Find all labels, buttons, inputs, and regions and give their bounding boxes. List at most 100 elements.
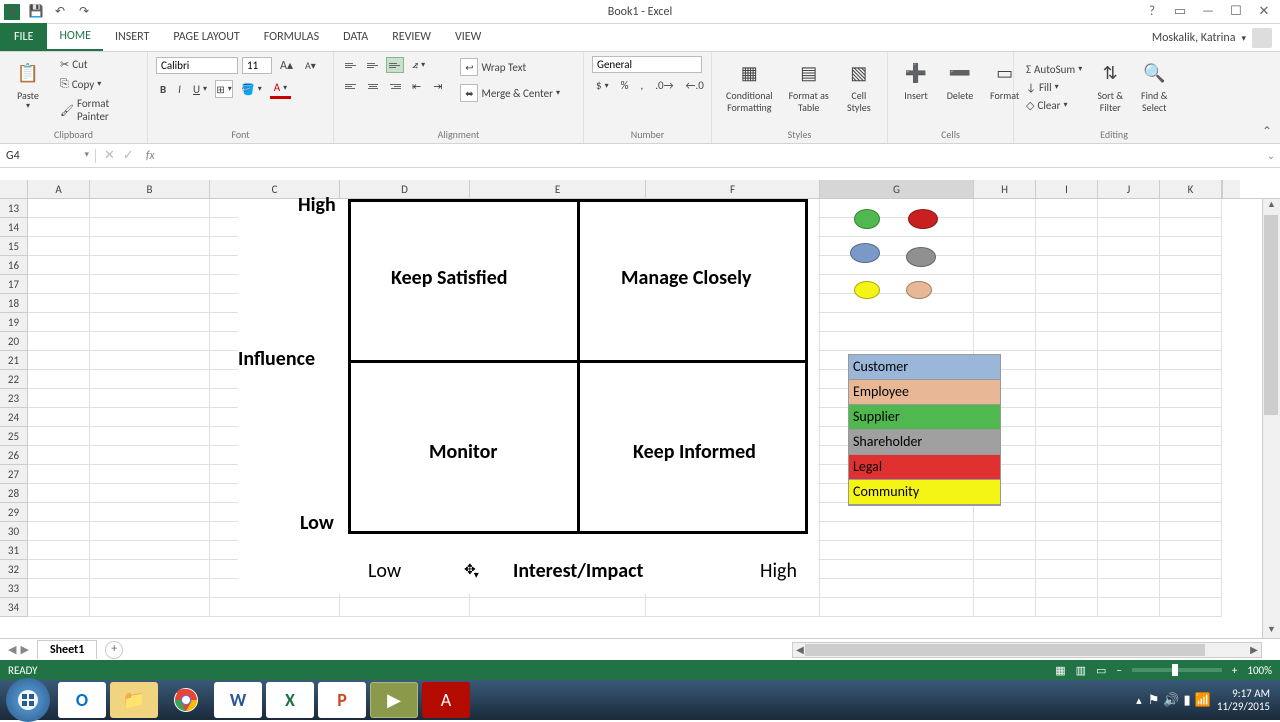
italic-button[interactable]: I — [174, 81, 185, 98]
row-header-18[interactable]: 18 — [0, 294, 28, 313]
stakeholder-shape-1[interactable] — [908, 209, 938, 229]
save-icon[interactable]: 💾 — [28, 4, 44, 20]
row-header-20[interactable]: 20 — [0, 332, 28, 351]
taskbar-adobe-icon[interactable]: A — [422, 682, 470, 718]
row-header-15[interactable]: 15 — [0, 237, 28, 256]
sheet-nav-prev-icon[interactable]: ◀ — [8, 643, 16, 656]
taskbar-word-icon[interactable]: W — [214, 682, 262, 718]
tray-wifi-icon[interactable]: 📶 — [1195, 693, 1211, 708]
column-header-H[interactable]: H — [974, 180, 1036, 198]
sheet-tab-sheet1[interactable]: Sheet1 — [37, 640, 97, 659]
row-header-27[interactable]: 27 — [0, 465, 28, 484]
column-header-G[interactable]: G — [820, 180, 974, 198]
row-header-13[interactable]: 13 — [0, 199, 28, 218]
taskbar-powerpoint-icon[interactable]: P — [318, 682, 366, 718]
name-box[interactable]: G4▾ — [0, 149, 96, 163]
autosum-button[interactable]: ΣAutoSum▾ — [1022, 61, 1086, 78]
font-color-button[interactable]: A▾ — [270, 79, 291, 99]
row-header-21[interactable]: 21 — [0, 351, 28, 370]
paste-button[interactable]: 📋 Paste▾ — [8, 56, 48, 116]
tray-battery-icon[interactable]: ▮ — [1184, 693, 1191, 708]
help-icon[interactable]: ? — [1140, 4, 1164, 20]
taskbar-outlook-icon[interactable]: O — [58, 682, 106, 718]
tab-review[interactable]: REVIEW — [380, 23, 443, 51]
increase-indent-button[interactable]: ⇥ — [429, 78, 446, 95]
row-header-24[interactable]: 24 — [0, 408, 28, 427]
cut-button[interactable]: ✂Cut — [56, 56, 139, 73]
legend-row-legal[interactable]: Legal — [849, 455, 1000, 480]
undo-icon[interactable]: ↶ — [52, 4, 68, 20]
clear-button[interactable]: ◇Clear▾ — [1022, 97, 1086, 114]
tab-page-layout[interactable]: PAGE LAYOUT — [161, 23, 251, 51]
stakeholder-shape-4[interactable] — [854, 281, 880, 299]
decrease-indent-button[interactable]: ⇤ — [408, 78, 425, 95]
taskbar-camtasia-icon[interactable]: ▶ — [370, 682, 418, 718]
align-right-button[interactable] — [386, 79, 404, 95]
start-button[interactable] — [6, 678, 50, 722]
row-header-25[interactable]: 25 — [0, 427, 28, 446]
column-header-J[interactable]: J — [1098, 180, 1160, 198]
cancel-formula-icon[interactable]: ✕ — [104, 148, 115, 163]
maximize-icon[interactable]: ☐ — [1224, 4, 1248, 20]
row-header-34[interactable]: 34 — [0, 598, 28, 617]
redo-icon[interactable]: ↷ — [76, 4, 92, 20]
align-left-button[interactable] — [342, 79, 360, 95]
zoom-out-icon[interactable]: − — [1116, 664, 1121, 677]
column-header-K[interactable]: K — [1160, 180, 1222, 198]
decrease-decimal-button[interactable]: ←.0 — [682, 77, 708, 94]
tray-clock[interactable]: 9:17 AM 11/29/2015 — [1217, 687, 1270, 713]
row-header-17[interactable]: 17 — [0, 275, 28, 294]
row-header-26[interactable]: 26 — [0, 446, 28, 465]
orientation-button[interactable]: ⦨▾ — [408, 56, 429, 74]
stakeholder-matrix-image[interactable]: High Influence Low Keep Satisfied Manage… — [238, 199, 818, 594]
bold-button[interactable]: B — [156, 81, 170, 98]
find-select-button[interactable]: 🔍Find & Select — [1134, 56, 1174, 118]
format-painter-button[interactable]: 🖌Format Painter — [56, 95, 139, 125]
align-middle-button[interactable] — [364, 57, 382, 73]
enter-formula-icon[interactable]: ✓ — [123, 148, 134, 163]
insert-cells-button[interactable]: ➕Insert — [896, 56, 936, 106]
sheet-nav-next-icon[interactable]: ▶ — [20, 643, 28, 656]
zoom-level[interactable]: 100% — [1247, 664, 1272, 677]
cells-area[interactable]: High Influence Low Keep Satisfied Manage… — [28, 199, 1262, 638]
expand-formula-icon[interactable]: ⌄ — [1262, 149, 1280, 162]
row-header-29[interactable]: 29 — [0, 503, 28, 522]
conditional-formatting-button[interactable]: ▦Conditional Formatting — [720, 56, 779, 118]
close-icon[interactable]: ✕ — [1252, 4, 1276, 20]
fill-color-button[interactable]: 🪣▾ — [237, 81, 266, 98]
wrap-text-button[interactable]: ↩Wrap Text — [456, 56, 564, 78]
font-size-select[interactable] — [242, 57, 272, 74]
column-header-B[interactable]: B — [90, 180, 210, 198]
fill-button[interactable]: ↓Fill▾ — [1022, 79, 1086, 96]
horizontal-scrollbar[interactable]: ◀ ▶ — [792, 642, 1262, 658]
merge-center-button[interactable]: ⬌Merge & Center▾ — [456, 82, 564, 104]
column-header-F[interactable]: F — [646, 180, 820, 198]
delete-cells-button[interactable]: ➖Delete — [940, 56, 980, 106]
percent-button[interactable]: % — [617, 77, 633, 94]
row-header-16[interactable]: 16 — [0, 256, 28, 275]
increase-decimal-button[interactable]: .0→ — [651, 77, 677, 94]
align-bottom-button[interactable] — [386, 57, 404, 73]
currency-button[interactable]: $▾ — [592, 77, 613, 94]
taskbar-explorer-icon[interactable]: 📁 — [110, 682, 158, 718]
increase-font-icon[interactable]: A▴ — [276, 56, 297, 75]
zoom-slider[interactable] — [1132, 668, 1222, 672]
fx-icon[interactable]: fx — [142, 149, 159, 163]
view-normal-icon[interactable]: ▦ — [1055, 664, 1065, 677]
formula-input[interactable] — [159, 144, 1262, 167]
decrease-font-icon[interactable]: A▾ — [301, 57, 320, 74]
tray-up-icon[interactable]: ▴ — [1136, 694, 1142, 707]
row-header-28[interactable]: 28 — [0, 484, 28, 503]
format-as-table-button[interactable]: ▤Format as Table — [783, 56, 835, 118]
column-header-A[interactable]: A — [28, 180, 90, 198]
legend-row-supplier[interactable]: Supplier — [849, 405, 1000, 430]
legend-row-customer[interactable]: Customer — [849, 355, 1000, 380]
zoom-in-icon[interactable]: + — [1232, 664, 1237, 677]
row-header-32[interactable]: 32 — [0, 560, 28, 579]
select-all-corner[interactable] — [0, 180, 28, 198]
add-sheet-button[interactable]: + — [105, 641, 123, 659]
align-top-button[interactable] — [342, 57, 360, 73]
stakeholder-shape-0[interactable] — [854, 209, 880, 229]
sort-filter-button[interactable]: ⇅Sort & Filter — [1090, 56, 1130, 118]
column-header-D[interactable]: D — [340, 180, 470, 198]
